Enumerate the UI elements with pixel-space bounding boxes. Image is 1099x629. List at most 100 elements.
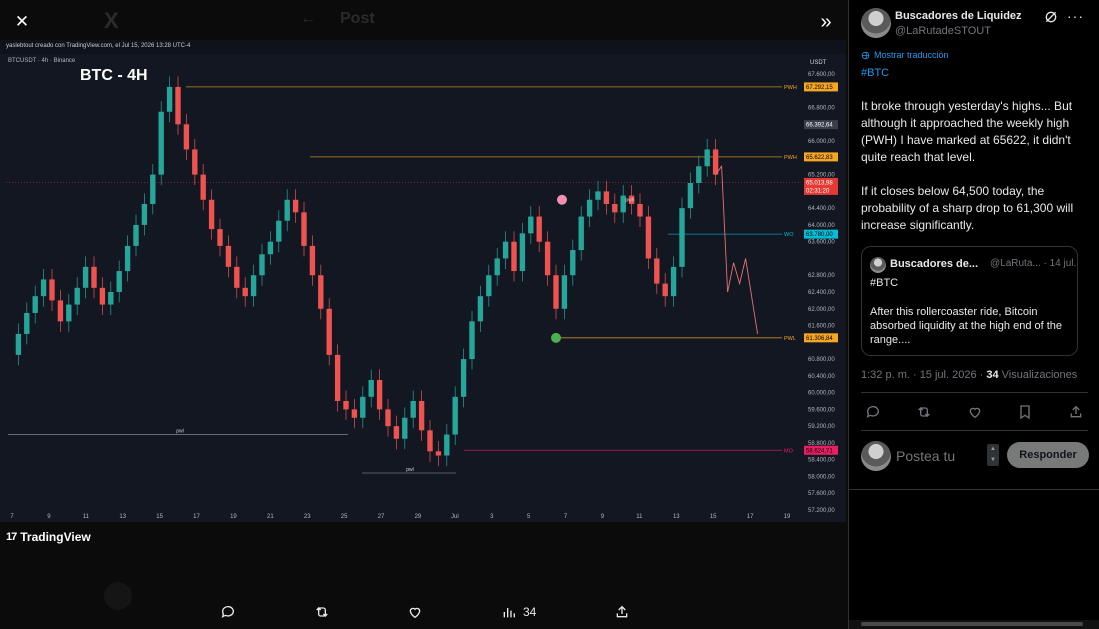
y-tick-label: 64.400,00 [808,206,835,212]
candle-body [444,434,450,456]
close-button[interactable]: ✕ [6,6,38,38]
repost-action[interactable] [916,404,932,420]
x-tick-label: 25 [341,514,348,520]
candle-body [519,233,526,272]
candle-body [662,283,668,297]
candle-body [82,266,89,288]
post-header: Buscadores de Liquidez @LaRutadeSTOUT ··… [849,0,1099,48]
candle-body [259,254,265,276]
level-price-label: 63.780,00 [806,232,833,238]
candle-body [712,149,719,175]
annotation-label: pwl [406,467,414,473]
quoted-author-handle: @LaRuta... · 14 jul. [990,258,1077,269]
share-button[interactable] [614,604,630,620]
like-button[interactable] [407,604,423,620]
reply-input[interactable] [896,446,976,466]
share-action[interactable] [1068,404,1084,420]
post-paragraph-1: It broke through yesterday's highs... Bu… [861,99,1073,164]
candle-body [124,245,131,272]
level-price-label: 67.292,15 [806,85,833,91]
scrollbar-thumb[interactable] [861,622,1083,626]
y-tick-label: 58.000,00 [808,474,835,480]
media-viewer: X ← Post ✕ » yaslebtout creado con Tradi… [0,0,848,629]
input-spinner[interactable]: ▲ ▼ [987,444,999,466]
candle-body [460,359,467,397]
candle-body [250,275,257,297]
chart-image[interactable]: yaslebtout creado con TradingView.com, e… [0,40,846,554]
candle-body [561,275,568,309]
author-avatar[interactable] [861,8,891,38]
post-timestamp[interactable]: 1:32 p. m. · 15 jul. 2026 · [861,369,986,381]
quoted-author-name: Buscadores de... [890,258,979,270]
level-name: WO [784,232,794,238]
candle-body [175,86,181,125]
x-tick-label: 19 [230,514,237,520]
tradingview-footer: 17 TradingView [0,522,846,554]
candle-body [595,191,601,200]
candle-body [91,266,97,288]
author-name[interactable]: Buscadores de Liquidez [895,10,1022,22]
bookmark-action[interactable] [1017,404,1033,420]
level-price-label: 65.622,83 [806,155,833,161]
show-translation-link[interactable]: Mostrar traducción [861,50,949,60]
candle-body [368,380,374,397]
candle-body [74,287,80,305]
repost-icon [315,607,328,617]
divider [861,430,1088,431]
horizontal-scrollbar[interactable] [849,620,1099,629]
comment-icon [866,406,879,418]
level-price-label: 61.306,84 [806,336,833,342]
heart-icon [969,407,980,419]
level-price-label: 58.624,71 [806,448,833,454]
candle-body [360,396,366,418]
candle-body [99,287,106,305]
comment-icon [221,606,234,618]
reply-button[interactable] [220,604,236,620]
candle-body [225,245,232,267]
candle-body [586,199,593,217]
y-tick-label: 62.800,00 [808,273,835,279]
views-button[interactable]: 34 [501,604,536,620]
candle-body [150,174,156,204]
candle-body [141,203,148,225]
x-tick-label: 21 [267,514,274,520]
candle-body [292,199,299,213]
x-logo: X [104,8,119,33]
post-metadata: 1:32 p. m. · 15 jul. 2026 · 34 Visualiza… [861,369,1077,381]
quoted-avatar [870,257,886,273]
candle-body [511,241,517,272]
candle-body [267,241,274,255]
candle-body [57,300,64,322]
post-text: It broke through yesterday's highs... Bu… [861,98,1089,234]
candle-body [402,417,408,439]
annotation-label: pwl [176,428,184,434]
more-options-icon[interactable]: ··· [1067,8,1084,24]
x-tick-label: 7 [10,514,14,520]
candle-body [502,241,509,259]
x-tick-label: 17 [193,514,200,520]
views-count: 34 [986,369,999,381]
candle-body [393,426,400,439]
x-tick-label: 13 [673,514,680,520]
repost-button[interactable] [314,604,330,620]
expand-panel-button[interactable]: » [810,6,842,38]
hashtag-link[interactable]: #BTC [861,67,889,79]
reply-action[interactable] [865,404,881,420]
close-icon: ✕ [14,12,30,31]
candle-body [452,396,458,435]
quoted-post[interactable]: Buscadores de... @LaRuta... · 14 jul. #B… [861,246,1078,356]
candle-body [234,266,240,288]
candle-body [49,279,55,301]
grok-icon[interactable] [1043,9,1059,25]
candle-body [696,166,702,183]
x-tick-label: 29 [415,514,422,520]
candle-body [66,304,72,322]
author-handle[interactable]: @LaRutadeSTOUT [895,25,991,37]
like-action[interactable] [967,404,983,420]
y-tick-label: 63.600,00 [808,240,835,246]
candle-body [343,401,349,410]
current-user-avatar[interactable] [861,441,891,471]
reply-submit-button[interactable]: Responder [1007,442,1089,468]
x-tick-label: 9 [601,514,605,520]
currency-label: USDT [810,60,827,66]
